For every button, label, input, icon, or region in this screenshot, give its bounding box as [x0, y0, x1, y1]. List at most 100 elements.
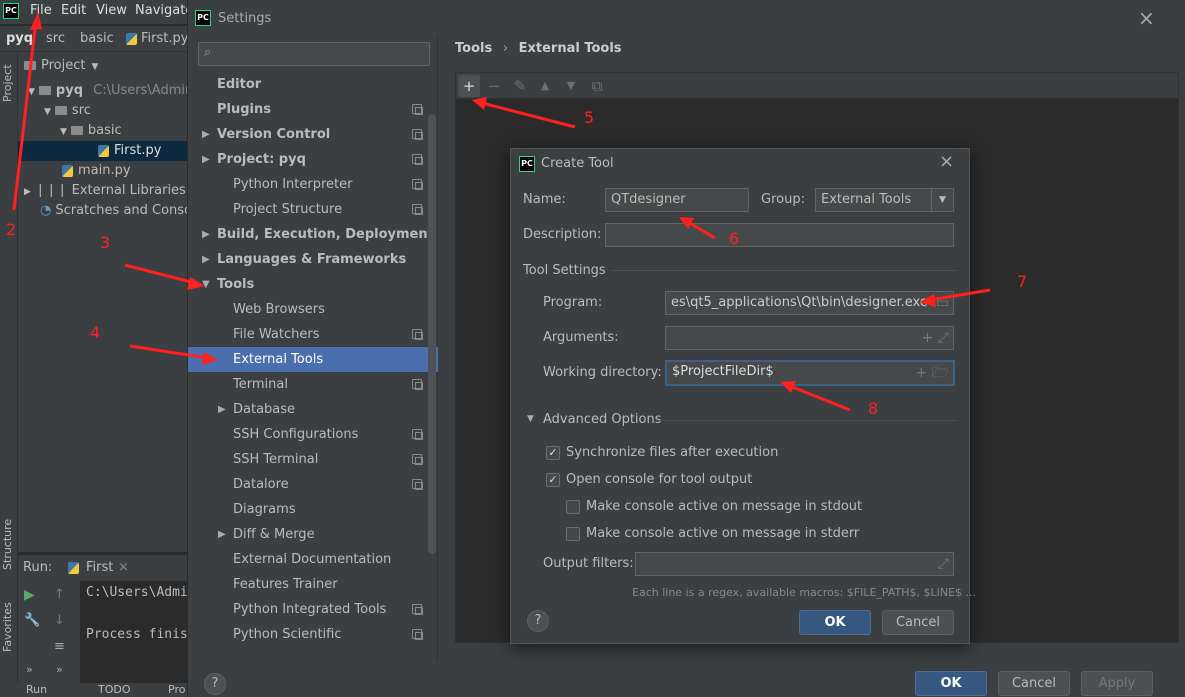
- close-icon[interactable]: ×: [1138, 6, 1155, 30]
- output-filters-input[interactable]: ⤢: [635, 552, 954, 576]
- nav-item-database[interactable]: ▶ Database: [188, 397, 438, 422]
- nav-item-project-pyq[interactable]: ▶ Project: pyq: [188, 147, 438, 172]
- chevron-right-icon[interactable]: ▶: [202, 147, 210, 172]
- nav-item-python-interpreter[interactable]: Python Interpreter: [188, 172, 438, 197]
- edit-icon[interactable]: ✎: [509, 75, 531, 97]
- tree-item-external-libraries[interactable]: ▶ ❘❘❘ External Libraries: [24, 181, 186, 201]
- name-input[interactable]: QTdesigner: [605, 188, 749, 212]
- breadcrumb-src[interactable]: src: [46, 31, 65, 46]
- browse-folder-icon[interactable]: + 🗁: [915, 362, 949, 384]
- status-tab-problems[interactable]: Pro: [168, 683, 185, 696]
- nav-item-file-watchers[interactable]: File Watchers: [188, 322, 438, 347]
- chevron-right-icon[interactable]: ▶: [202, 247, 210, 272]
- breadcrumb-tools[interactable]: Tools: [455, 41, 492, 56]
- nav-item-build-execution-deployment[interactable]: ▶ Build, Execution, Deployment: [188, 222, 438, 247]
- tree-item-first-py[interactable]: First.py: [18, 141, 190, 161]
- nav-item-ssh-configurations[interactable]: SSH Configurations: [188, 422, 438, 447]
- create-tool-help-button[interactable]: ?: [527, 610, 549, 632]
- run-tab-first[interactable]: First: [86, 560, 113, 575]
- menu-navigate[interactable]: Navigate: [135, 3, 193, 18]
- nav-item-version-control[interactable]: ▶ Version Control: [188, 122, 438, 147]
- settings-ok-button[interactable]: OK: [915, 671, 987, 696]
- tab-structure-vertical[interactable]: Structure: [1, 519, 14, 570]
- chevron-right-icon[interactable]: ▶: [218, 522, 226, 547]
- nav-item-editor[interactable]: Editor: [188, 72, 438, 97]
- nav-item-diagrams[interactable]: Diagrams: [188, 497, 438, 522]
- menu-file[interactable]: File: [30, 3, 52, 18]
- open-console-checkbox[interactable]: ✓: [546, 473, 560, 487]
- expand-icon[interactable]: + ⤢: [922, 327, 949, 349]
- project-level-icon: [412, 604, 423, 615]
- nav-item-languages-frameworks[interactable]: ▶ Languages & Frameworks: [188, 247, 438, 272]
- nav-item-python-integrated-tools[interactable]: Python Integrated Tools: [188, 597, 438, 622]
- nav-item-features-trainer[interactable]: Features Trainer: [188, 572, 438, 597]
- nav-item-web-browsers[interactable]: Web Browsers: [188, 297, 438, 322]
- console-output[interactable]: C:\Users\Admin Process finis: [80, 581, 190, 685]
- tab-project-vertical[interactable]: Project: [1, 64, 14, 102]
- sidebar-scrollbar[interactable]: [428, 114, 436, 554]
- nav-item-plugins[interactable]: Plugins: [188, 97, 438, 122]
- status-tab-run[interactable]: Run: [26, 683, 47, 696]
- rerun-icon[interactable]: ▶: [24, 587, 35, 603]
- sync-files-checkbox[interactable]: ✓: [546, 446, 560, 460]
- status-tab-todo[interactable]: TODO: [98, 683, 131, 696]
- create-tool-cancel-button[interactable]: Cancel: [882, 610, 954, 635]
- program-input[interactable]: es\qt5_applications\Qt\bin\designer.exe …: [665, 291, 954, 315]
- tree-item-scratches[interactable]: ◔ Scratches and Consoles: [40, 201, 210, 221]
- annotation-number: 5: [584, 108, 595, 127]
- expand-icon[interactable]: ⤢: [938, 553, 949, 575]
- chevron-right-icon[interactable]: ▶: [202, 222, 210, 247]
- copy-icon[interactable]: ⧉: [586, 75, 608, 97]
- close-icon[interactable]: ×: [939, 151, 954, 172]
- nav-item-tools[interactable]: ▼ Tools: [188, 272, 438, 297]
- more-icon[interactable]: »: [26, 663, 33, 676]
- nav-item-datalore[interactable]: Datalore: [188, 472, 438, 497]
- menu-edit[interactable]: Edit: [61, 3, 86, 18]
- close-icon[interactable]: ×: [118, 560, 129, 575]
- nav-item-external-tools[interactable]: External Tools: [188, 347, 438, 372]
- advanced-options-label[interactable]: Advanced Options: [543, 412, 662, 427]
- working-directory-input[interactable]: $ProjectFileDir$ + 🗁: [665, 360, 955, 386]
- create-tool-ok-button[interactable]: OK: [799, 610, 871, 635]
- tree-item-basic[interactable]: ▼ basic: [60, 121, 122, 141]
- console-stderr-checkbox[interactable]: [566, 527, 580, 541]
- arguments-input[interactable]: + ⤢: [665, 326, 954, 350]
- move-up-icon[interactable]: ▲: [534, 75, 556, 97]
- soft-wrap-icon[interactable]: ≡: [54, 639, 65, 654]
- settings-apply-button[interactable]: Apply: [1081, 671, 1153, 696]
- scroll-up-icon[interactable]: ↑: [54, 587, 65, 602]
- nav-item-ssh-terminal[interactable]: SSH Terminal: [188, 447, 438, 472]
- tree-item-pyq[interactable]: ▼ pyq C:\Users\Adminis: [28, 81, 204, 101]
- chevron-right-icon[interactable]: ▶: [218, 397, 226, 422]
- chevron-down-icon[interactable]: ▼: [202, 272, 210, 297]
- project-view-selector[interactable]: Project ▼: [24, 58, 98, 73]
- description-input[interactable]: [605, 223, 954, 247]
- nav-item-diff-merge[interactable]: ▶ Diff & Merge: [188, 522, 438, 547]
- insert-macro-icon[interactable]: + ▭: [920, 292, 949, 314]
- scroll-down-icon[interactable]: ↓: [54, 613, 65, 628]
- menu-view[interactable]: View: [96, 3, 127, 18]
- chevron-right-icon[interactable]: ▶: [202, 122, 210, 147]
- settings-search-input[interactable]: ⌕: [198, 42, 430, 66]
- move-down-icon[interactable]: ▼: [560, 75, 582, 97]
- settings-cancel-button[interactable]: Cancel: [998, 671, 1070, 696]
- breadcrumb-project[interactable]: pyq: [6, 31, 33, 46]
- help-button[interactable]: ?: [204, 673, 226, 695]
- breadcrumb-file[interactable]: First.py: [141, 31, 188, 46]
- wrench-icon[interactable]: 🔧: [24, 613, 40, 628]
- breadcrumb-basic[interactable]: basic: [80, 31, 114, 46]
- more-icon-2[interactable]: »: [56, 663, 63, 676]
- nav-item-terminal[interactable]: Terminal: [188, 372, 438, 397]
- tree-item-src[interactable]: ▼ src: [44, 101, 91, 121]
- console-stdout-checkbox[interactable]: [566, 500, 580, 514]
- nav-item-project-structure[interactable]: Project Structure: [188, 197, 438, 222]
- collapse-arrow-icon[interactable]: ▼: [527, 414, 534, 424]
- nav-item-external-documentation[interactable]: External Documentation: [188, 547, 438, 572]
- tab-favorites-vertical[interactable]: Favorites: [1, 602, 14, 652]
- nav-item-python-scientific[interactable]: Python Scientific: [188, 622, 438, 647]
- add-icon[interactable]: +: [458, 75, 480, 97]
- tree-item-main-py[interactable]: main.py: [62, 161, 131, 181]
- group-combobox[interactable]: External Tools ▼: [815, 188, 954, 212]
- nav-item-label: Languages & Frameworks: [217, 252, 407, 267]
- remove-icon[interactable]: −: [483, 75, 505, 97]
